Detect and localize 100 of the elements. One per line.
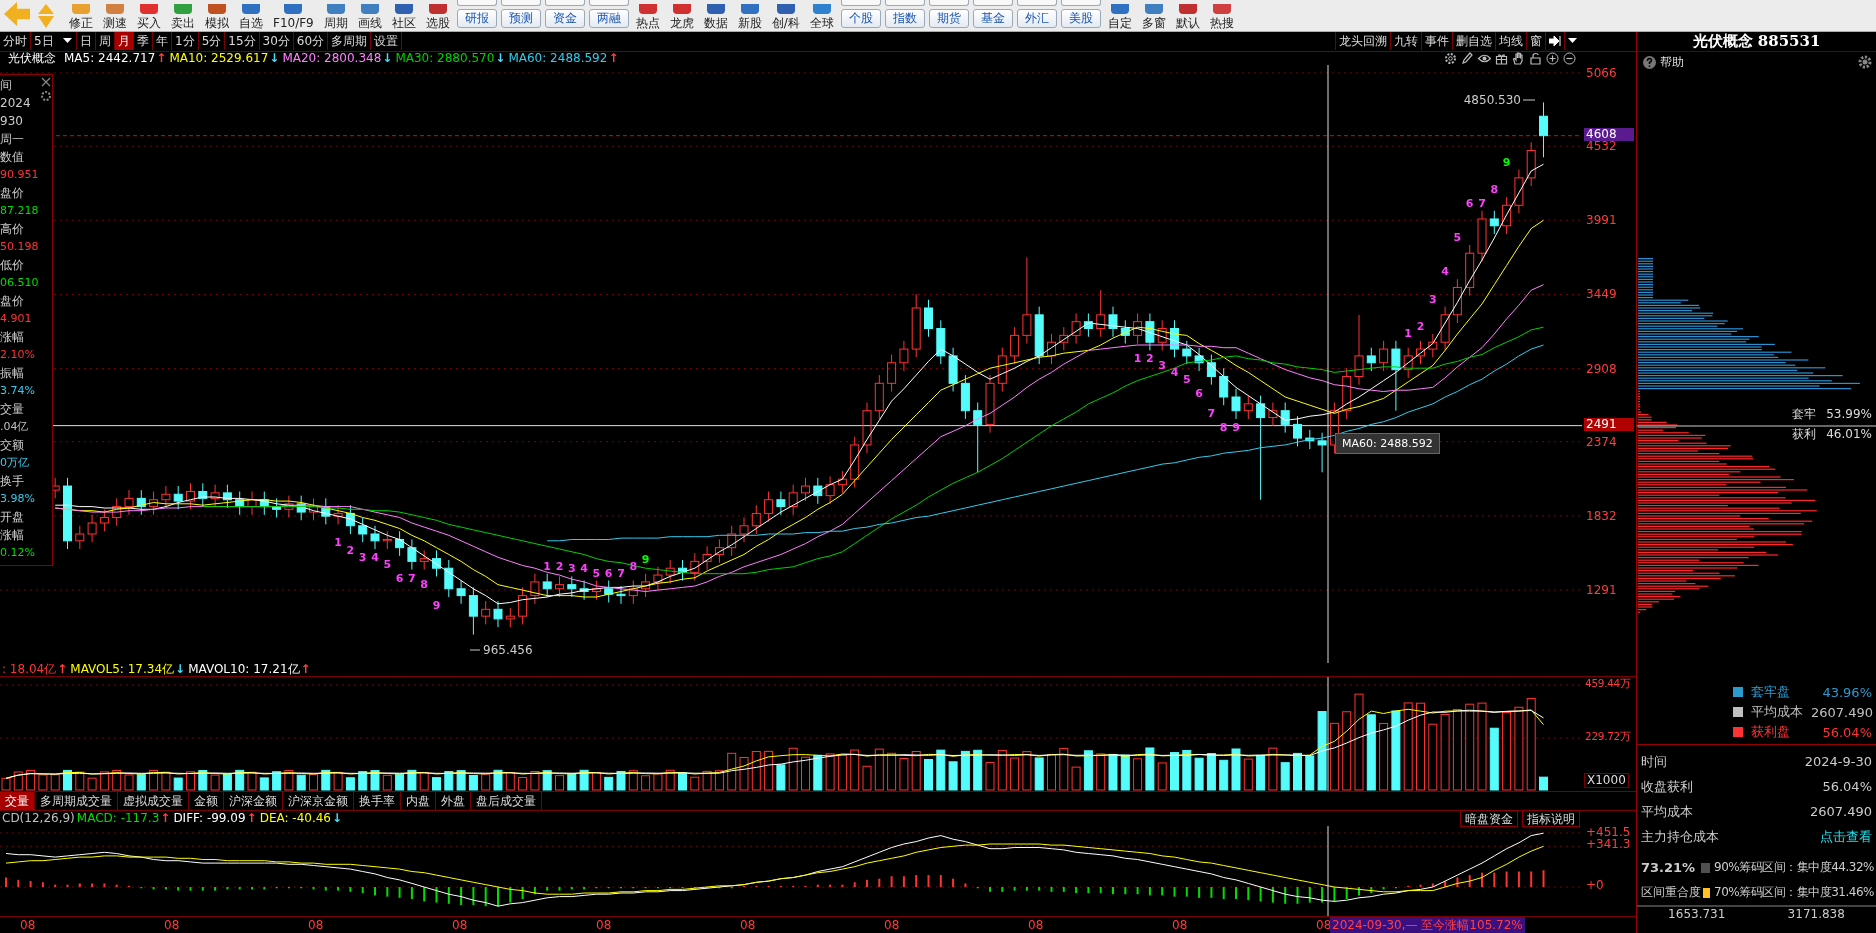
info-label: 周一: [0, 131, 25, 148]
axis-label: 3449: [1585, 288, 1618, 302]
info-value: 2.10%: [0, 347, 36, 363]
trend-arrow: ↑: [300, 662, 312, 676]
date-label: 08: [596, 918, 612, 932]
sequence-number: 8: [1490, 183, 1499, 196]
sequence-number: 2: [1146, 352, 1154, 366]
info-label: 振幅: [0, 365, 25, 382]
date-label: 08: [20, 918, 36, 932]
sequence-number: 1: [334, 535, 342, 549]
chip-label: 套牢: [1792, 406, 1817, 422]
sequence-number: 9: [641, 552, 650, 566]
trend-arrow: ↓: [268, 52, 281, 65]
stat-value: 2607.490: [1809, 804, 1872, 819]
info-value: 4.901: [0, 311, 33, 327]
sequence-number: 7: [408, 571, 416, 585]
info-value: 06.510: [0, 275, 39, 291]
axis-label: 229.72万: [1584, 730, 1632, 744]
info-value: 0.12%: [0, 545, 36, 561]
legend-value: 43.96%: [1822, 684, 1872, 700]
indicator-title: CD(12,26,9): [1, 812, 75, 826]
indicator-value: MA20: 2800.348: [281, 52, 382, 65]
legend-value: 56.04%: [1822, 724, 1872, 740]
sequence-number: 5: [1182, 372, 1191, 386]
info-label: 930: [0, 113, 24, 130]
range-value: 3171.838: [1787, 907, 1845, 921]
info-label: 数值: [0, 149, 25, 166]
sequence-number: 2: [1416, 320, 1425, 333]
sequence-number: 1: [1404, 326, 1413, 340]
sequence-number: 4: [371, 551, 379, 565]
info-label: 2024: [0, 95, 32, 112]
price-marker: 4608: [1584, 127, 1634, 141]
sequence-number: 6: [395, 571, 404, 585]
indicator-value: MA30: 2880.570: [394, 52, 495, 65]
trend-arrow: ↓: [494, 52, 507, 65]
info-label: 交额: [0, 437, 25, 454]
info-label: 换手: [0, 473, 25, 490]
sequence-number: 7: [1207, 407, 1216, 421]
indicator-value: MACD: -117.3: [75, 812, 160, 826]
sequence-number: 4: [1441, 265, 1449, 279]
unit-label: X1000: [1584, 773, 1629, 789]
date-label: 08: [884, 918, 900, 932]
sequence-number: 7: [1478, 196, 1486, 210]
info-label: 交量: [0, 401, 25, 418]
sequence-number: 9: [432, 598, 441, 612]
overlap-value: 73.21%: [1641, 860, 1697, 875]
axis-label: +341.3: [1585, 838, 1632, 852]
sequence-number: 3: [567, 562, 576, 576]
indicator-value: DIFF: -99.09: [172, 812, 246, 826]
date-label: 08: [740, 918, 756, 932]
chart-title: 光伏概念: [7, 52, 57, 65]
indicator-value: MA60: 2488.592: [507, 52, 608, 65]
axis-label: 2374: [1585, 435, 1618, 449]
sequence-number: 3: [1158, 359, 1167, 373]
axis-label: 1832: [1585, 509, 1618, 523]
date-label: 08: [308, 918, 324, 932]
date-label: 08: [1028, 918, 1044, 932]
sequence-number: 2: [555, 559, 564, 573]
range-label: 70%筹码区间：集中度31.46%: [1714, 884, 1874, 901]
sequence-number: 6: [1195, 386, 1203, 400]
chip-value: 46.01%: [1826, 426, 1872, 442]
chip-value: 53.99%: [1826, 406, 1872, 422]
sequence-number: 5: [383, 557, 392, 571]
sequence-number: 3: [1428, 292, 1437, 306]
stat-label: 时间: [1641, 752, 1667, 771]
stat-value: 2024-9-30: [1804, 754, 1872, 769]
stat-value: 56.04%: [1822, 779, 1872, 794]
info-label: 间: [0, 77, 13, 94]
legend-label: 获利盘: [1751, 723, 1791, 741]
trend-arrow: ↑: [56, 662, 69, 676]
sequence-number: 8: [629, 559, 638, 573]
sequence-number: 6: [1465, 196, 1474, 210]
indicator-value: MAVOL10: 17.21亿: [187, 662, 300, 676]
axis-label: 3991: [1585, 214, 1618, 228]
info-label: 高价: [0, 221, 25, 238]
indicator-value: MA10: 2529.617: [168, 52, 269, 65]
trend-arrow: ↓: [174, 662, 187, 676]
range-value: 1653.731: [1668, 907, 1726, 921]
axis-label: 1291: [1585, 583, 1618, 597]
indicator-value: : 18.04亿: [1, 662, 57, 676]
trend-arrow: ↑: [155, 52, 168, 65]
info-value: 87.218: [0, 203, 39, 219]
price-label: 4850.530: [1463, 93, 1536, 107]
sequence-number: 7: [617, 566, 625, 580]
info-label: 涨幅: [0, 329, 25, 346]
sequence-number: 4: [580, 562, 588, 576]
overlap-label: 区间重合度: [1641, 884, 1699, 901]
date-label: 08: [164, 918, 180, 932]
indicator-value: MA5: 2442.717: [63, 52, 156, 65]
sequence-number: 8: [420, 578, 429, 592]
axis-label: 5066: [1585, 66, 1618, 80]
date-label: 08: [452, 918, 468, 932]
date-label: 08: [1172, 918, 1188, 932]
info-value: 50.198: [0, 239, 39, 255]
tooltip: MA60: 2488.592: [1335, 433, 1440, 454]
panel-title: 光伏概念 885531: [1637, 32, 1876, 52]
trend-arrow: ↓: [381, 52, 394, 65]
cursor-date-label: 2024-09-30,— 至今涨幅105.72%: [1330, 917, 1525, 933]
chip-label: 获利: [1792, 426, 1817, 442]
sequence-number: 3: [358, 551, 367, 565]
